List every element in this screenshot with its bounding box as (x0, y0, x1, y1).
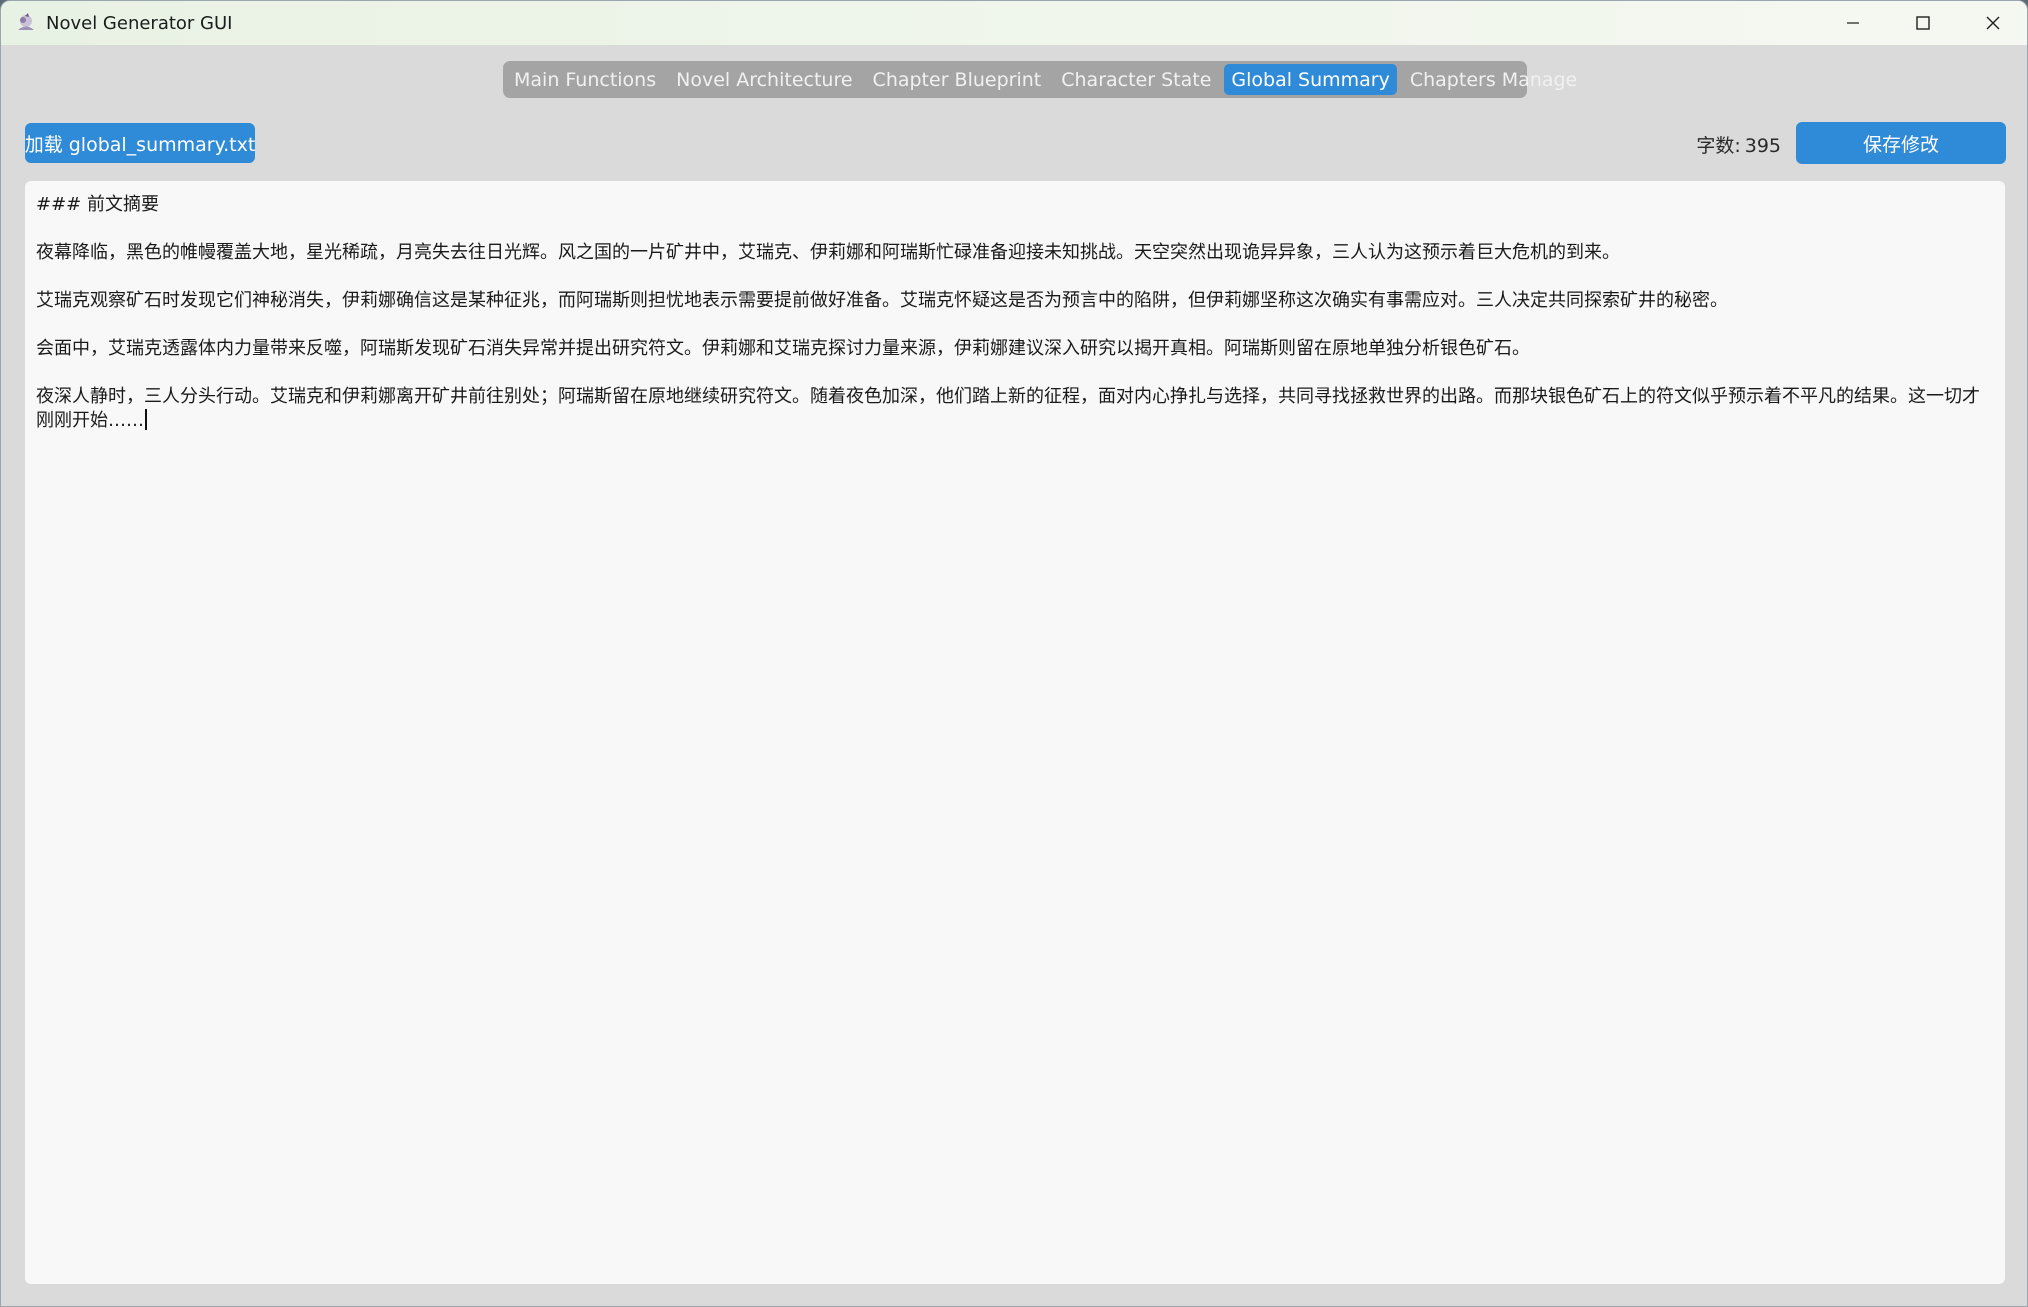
minimize-icon (1847, 22, 1859, 24)
app-icon (18, 13, 34, 30)
maximize-icon (1916, 16, 1930, 30)
window-title: Novel Generator GUI (46, 13, 233, 34)
tab-global-summary[interactable]: Global Summary (1224, 64, 1397, 95)
tab-chapter-blueprint[interactable]: Chapter Blueprint (866, 64, 1049, 95)
editor-paragraph: 夜幕降临，黑色的帷幔覆盖大地，星光稀疏，月亮失去往日光辉。风之国的一片矿井中，艾… (36, 242, 1620, 263)
editor-heading: ### 前文摘要 (36, 194, 159, 215)
word-count-label: 字数: (1696, 135, 1741, 157)
tab-novel-architecture[interactable]: Novel Architecture (669, 64, 859, 95)
minimize-button[interactable] (1818, 1, 1888, 45)
close-button[interactable] (1958, 1, 2027, 45)
close-icon (1986, 16, 2000, 30)
word-count-value: 395 (1744, 135, 1781, 157)
text-cursor (145, 409, 147, 430)
app-window: Novel Generator GUI Main Functions Novel… (0, 0, 2028, 1307)
editor-paragraph: 会面中，艾瑞克透露体内力量带来反噬，阿瑞斯发现矿石消失异常并提出研究符文。伊莉娜… (36, 338, 1530, 359)
tab-character-state[interactable]: Character State (1054, 64, 1218, 95)
tab-main-functions[interactable]: Main Functions (507, 64, 663, 95)
save-button[interactable]: 保存修改 (1796, 122, 2006, 164)
title-bar[interactable]: Novel Generator GUI (1, 1, 2027, 45)
editor-paragraph-text: 夜深人静时，三人分头行动。艾瑞克和伊莉娜离开矿井前往别处；阿瑞斯留在原地继续研究… (36, 386, 1980, 431)
load-file-button[interactable]: 加载 global_summary.txt (25, 123, 255, 163)
maximize-button[interactable] (1888, 1, 1958, 45)
word-count: 字数: 395 (1661, 131, 1781, 158)
tab-bar: Main Functions Novel Architecture Chapte… (503, 61, 1577, 98)
tab-chapters-manage[interactable]: Chapters Manage (1403, 64, 1584, 95)
summary-text-editor[interactable]: ### 前文摘要 夜幕降临，黑色的帷幔覆盖大地，星光稀疏，月亮失去往日光辉。风之… (25, 181, 2005, 1284)
editor-paragraph: 艾瑞克观察矿石时发现它们神秘消失，伊莉娜确信这是某种征兆，而阿瑞斯则担忧地表示需… (36, 290, 1728, 311)
editor-paragraph-last: 夜深人静时，三人分头行动。艾瑞克和伊莉娜离开矿井前往别处；阿瑞斯留在原地继续研究… (36, 385, 1994, 433)
